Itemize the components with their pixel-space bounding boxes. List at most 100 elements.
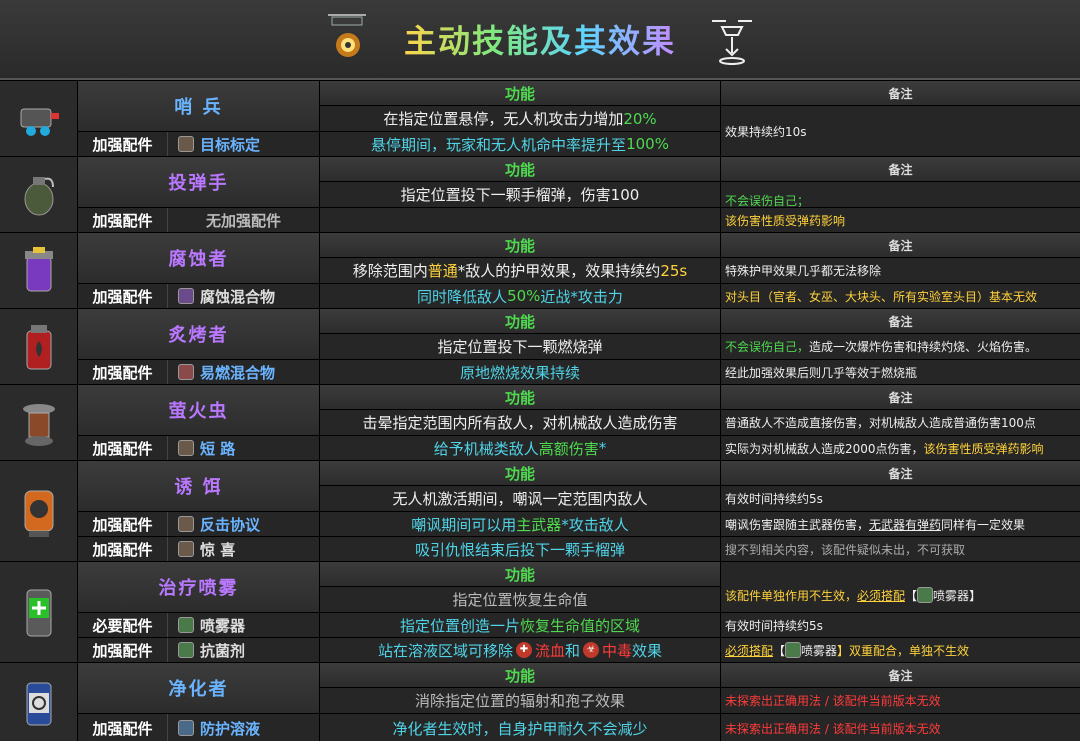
grenade-drone-icon (327, 14, 366, 57)
skill-row-heal-spray: 治疗喷雾 必要配件 喷雾器 加强配件 抗菌剂 功能 指定位置恢复生命值 指定位置… (0, 561, 1080, 662)
note-main: 普通敌人不造成直接伤害，对机械敌人造成普通伤害100点 (721, 410, 1080, 435)
part-label: 加强配件 (78, 132, 168, 156)
func-part: 同时降低敌人 50% 近战 *攻击力 (320, 284, 720, 308)
part-label: 加强配件 (78, 638, 168, 662)
note-header: 备注 (721, 157, 1080, 181)
note-main: 特殊护甲效果几乎都无法移除 (721, 258, 1080, 283)
func-main: 在指定位置悬停，无人机攻击力增加 20% (320, 106, 720, 131)
sprayer-icon (178, 617, 194, 633)
note-part: 未探索出正确用法 / 该配件当前版本无效 (721, 714, 1080, 741)
note-header: 备注 (721, 309, 1080, 333)
note-part: 经此加强效果后则几乎等效于燃烧瓶 (721, 360, 1080, 384)
func-required: 指定位置创造一片 恢复生命值的区域 (320, 613, 720, 637)
func-header: 功能 (320, 663, 720, 687)
part-name: 无加强配件 (168, 208, 319, 232)
skill-name: 炙烤者 (78, 309, 319, 359)
func-main: 指定位置投下一颗手榴弹，伤害100 (320, 182, 720, 207)
poison-icon: ☣ (583, 642, 599, 658)
skill-row-scorcher: 炙烤者 加强配件 易燃混合物 功能 备注 指定位置投下一颗燃烧弹 原地燃烧效果持… (0, 308, 1080, 384)
part-name: 防护溶液 (168, 714, 319, 741)
note-part-2: 搜不到相关内容，该配件疑似未出，不可获取 (721, 537, 1080, 561)
part-label: 加强配件 (78, 537, 168, 561)
part-name-2: 惊 喜 (168, 537, 319, 561)
flammable-mix-icon (178, 364, 194, 380)
note-main: 不会误伤自己； (721, 182, 1080, 207)
skill-name: 诱 饵 (78, 461, 319, 511)
part-label: 加强配件 (78, 436, 168, 460)
note-part: 该伤害性质受弹药影响 (721, 208, 1080, 232)
skill-name: 治疗喷雾 (78, 562, 319, 612)
part-name: 腐蚀混合物 (168, 284, 319, 308)
corrosion-canister-icon (0, 233, 78, 308)
note-main: 效果持续约10s (721, 106, 1080, 156)
skill-name: 腐蚀者 (78, 233, 319, 283)
note-header: 备注 (721, 81, 1080, 105)
part-name-required: 喷雾器 (168, 613, 319, 637)
note-main: 不会误伤自己， 造成一次爆炸伤害和持续灼烧、火焰伤害。 (721, 334, 1080, 359)
skill-row-decoy: 诱 饵 加强配件 反击协议 加强配件 惊 喜 功能 备注 无人机激活期间，嘲讽一… (0, 460, 1080, 561)
sprayer-icon (785, 642, 802, 658)
part-name: 易燃混合物 (168, 360, 319, 384)
func-main: 消除指定位置的辐射和孢子效果 (320, 688, 720, 713)
note-part: 对头目（官者、女巫、大块头、所有实验室头目）基本无效 (721, 284, 1080, 308)
part-label: 加强配件 (78, 360, 168, 384)
func-part: 净化者生效时，自身护甲耐久不会减少 (320, 714, 720, 741)
note-header: 备注 (721, 233, 1080, 257)
func-header: 功能 (320, 81, 720, 105)
purifier-canister-icon (0, 663, 78, 741)
note-header: 备注 (721, 385, 1080, 409)
part-label: 加强配件 (78, 714, 168, 741)
skill-name: 哨 兵 (78, 81, 319, 131)
note-part: 必须搭配【喷雾器 】双重配合，单独不生效 (721, 638, 1080, 662)
func-part: 给予机械类敌人 高额伤害 * (320, 436, 720, 460)
note-required: 有效时间持续约5s (721, 613, 1080, 637)
heal-canister-icon (0, 562, 78, 662)
func-header: 功能 (320, 562, 720, 586)
note-header: 备注 (721, 663, 1080, 687)
note-main: 未探索出正确用法 / 该配件当前版本无效 (721, 688, 1080, 713)
bleed-icon: ✚ (515, 642, 532, 658)
skill-name: 萤火虫 (78, 385, 319, 435)
part-name: 抗菌剂 (168, 638, 319, 662)
part-label: 加强配件 (78, 284, 168, 308)
note-part: 实际为对机械敌人造成2000点伤害， 该伤害性质受弹药影响 (721, 436, 1080, 460)
part-name: 短 路 (168, 436, 319, 460)
func-main: 击晕指定范围内所有敌人，对机械敌人造成伤害 (320, 410, 720, 435)
func-header: 功能 (320, 309, 720, 333)
part-name: 目标标定 (168, 132, 319, 156)
func-header: 功能 (320, 157, 720, 181)
note-header: 备注 (721, 461, 1080, 485)
short-circuit-icon (178, 440, 194, 456)
func-part-2: 吸引仇恨结束后投下一颗手榴弹 (320, 537, 720, 561)
note-main: 该配件单独作用不生效， 必须搭配【喷雾器】 (721, 562, 1080, 612)
part-label-required: 必要配件 (78, 613, 168, 637)
func-main: 指定位置投下一颗燃烧弹 (320, 334, 720, 359)
func-main: 移除范围内 普通 *敌人的护甲效果，效果持续约 25s (320, 258, 720, 283)
func-header: 功能 (320, 233, 720, 257)
part-label: 加强配件 (78, 208, 168, 232)
func-part: 原地燃烧效果持续 (320, 360, 720, 384)
note-part: 嘲讽伤害跟随主武器伤害， 无武器有弹药 同样有一定效果 (721, 512, 1080, 536)
sprayer-icon (917, 587, 934, 603)
func-part: 悬停期间，玩家和无人机命中率提升至 100% (320, 132, 720, 156)
drone-drop-icon (712, 20, 752, 65)
corrosive-mix-icon (178, 288, 194, 304)
note-main: 有效时间持续约5s (721, 486, 1080, 511)
func-part-empty (320, 208, 720, 232)
skill-row-firefly: 萤火虫 加强配件 短 路 功能 备注 击晕指定范围内所有敌人，对机械敌人造成伤害… (0, 384, 1080, 460)
part-label: 加强配件 (78, 512, 168, 536)
func-part: 嘲讽期间可以用 主武器 *攻击敌人 (320, 512, 720, 536)
func-header: 功能 (320, 385, 720, 409)
skill-name: 投弹手 (78, 157, 319, 207)
protective-solution-icon (178, 720, 194, 736)
skill-row-purifier: 净化者 加强配件 防护溶液 功能 备注 消除指定位置的辐射和孢子效果 净化者生效… (0, 662, 1080, 741)
func-header: 功能 (320, 461, 720, 485)
func-main: 指定位置恢复生命值 (320, 587, 720, 612)
page-title: 主动技能及其效果 (404, 16, 676, 62)
antibacterial-icon (178, 642, 194, 658)
skill-row-bomber: 投弹手 加强配件 无加强配件 功能 备注 指定位置投下一颗手榴弹，伤害100 不… (0, 156, 1080, 232)
part-name: 反击协议 (168, 512, 319, 536)
header-banner: 主动技能及其效果 (0, 0, 1080, 80)
func-main: 无人机激活期间，嘲讽一定范围内敌人 (320, 486, 720, 511)
skill-row-corroder: 腐蚀者 加强配件 腐蚀混合物 功能 备注 移除范围内 普通 *敌人的护甲效果，效果持… (0, 232, 1080, 308)
